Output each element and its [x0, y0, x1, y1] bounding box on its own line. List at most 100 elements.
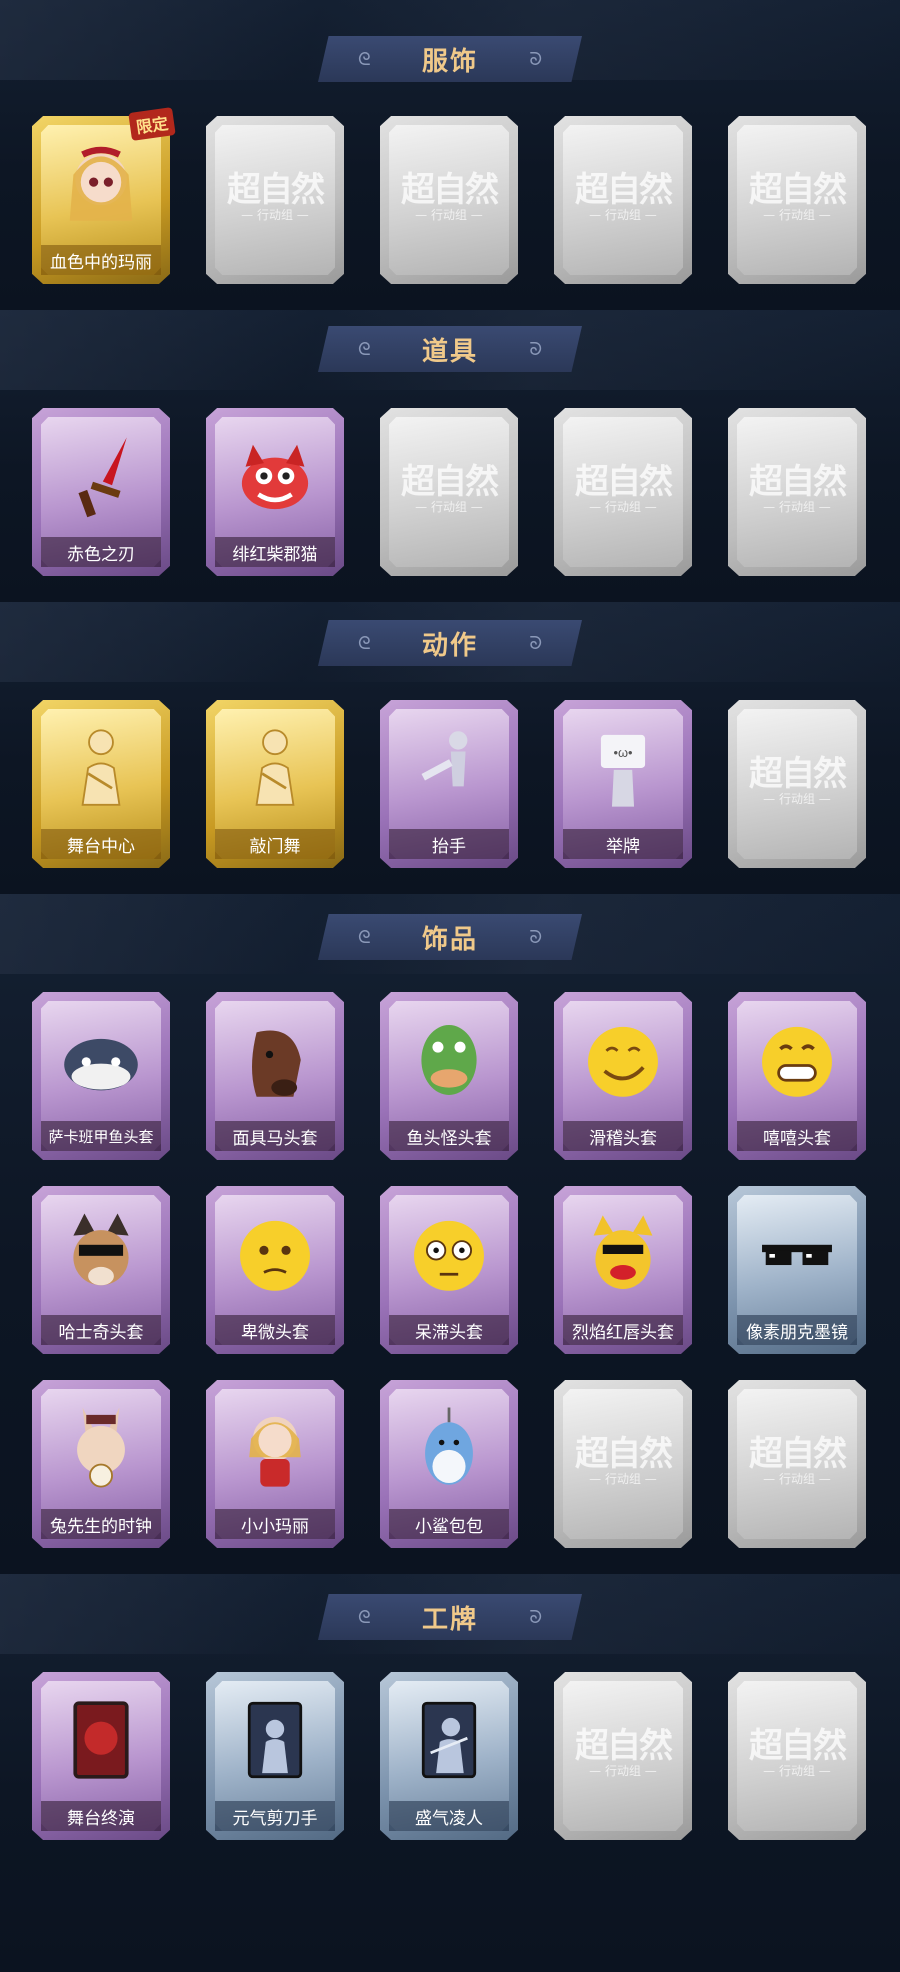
pleading-face-icon — [226, 1208, 324, 1300]
placeholder-logo-title: 超自然 — [401, 170, 499, 210]
item-card[interactable]: 哈士奇头套 — [32, 1186, 170, 1354]
item-card[interactable]: 兔先生的时钟 — [32, 1380, 170, 1548]
item-name-label: 像素朋克墨镜 — [737, 1315, 857, 1345]
item-name-label: 小小玛丽 — [215, 1509, 335, 1539]
item-name-label: 面具马头套 — [215, 1121, 335, 1151]
item-card[interactable]: 面具马头套 — [206, 992, 344, 1160]
rabbit-clock-icon — [52, 1402, 150, 1494]
placeholder-logo-title: 超自然 — [575, 1726, 673, 1766]
empty-slot-card[interactable]: 超自然 — 行动组 — — [554, 1380, 692, 1548]
swirl-icon: ᘐ — [529, 633, 542, 653]
item-card[interactable]: 敲门舞 — [206, 700, 344, 868]
item-card[interactable]: 萨卡班甲鱼头套 — [32, 992, 170, 1160]
placeholder-logo-title: 超自然 — [749, 462, 847, 502]
item-name-label: 抬手 — [389, 829, 509, 859]
item-card[interactable]: 小鲨包包 — [380, 1380, 518, 1548]
item-card[interactable]: 小小玛丽 — [206, 1380, 344, 1548]
pixel-sunglasses-icon — [748, 1208, 846, 1300]
empty-slot-card[interactable]: 超自然 — 行动组 — — [554, 1672, 692, 1840]
placeholder-logo-subtitle: — 行动组 — — [589, 500, 657, 514]
section-title: 服饰 — [421, 46, 478, 77]
empty-slot-card[interactable]: 超自然 — 行动组 — — [728, 116, 866, 284]
item-card[interactable]: 滑稽头套 — [554, 992, 692, 1160]
section-title-banner: ᘓ 动作 ᘐ — [318, 620, 582, 666]
section-title-banner: ᘓ 服饰 ᘐ — [318, 36, 582, 82]
item-name-label: 烈焰红唇头套 — [563, 1315, 683, 1345]
swirl-icon: ᘐ — [529, 927, 542, 947]
placeholder-logo-subtitle: — 行动组 — — [763, 500, 831, 514]
item-card[interactable]: 血色中的玛丽 限定 — [32, 107, 176, 284]
placeholder-logo-subtitle: — 行动组 — — [763, 792, 831, 806]
swirl-icon: ᘓ — [358, 339, 371, 359]
svg-text:•ω•: •ω• — [613, 745, 632, 760]
item-card[interactable]: 嘻嘻头套 — [728, 992, 866, 1160]
hold-sign-icon: •ω• — [574, 722, 672, 814]
doll-girl-icon — [52, 138, 150, 230]
little-mary-icon — [226, 1402, 324, 1494]
empty-slot-card[interactable]: 超自然 — 行动组 — — [554, 116, 692, 284]
placeholder-logo-subtitle: — 行动组 — — [589, 1472, 657, 1486]
placeholder-logo-subtitle: — 行动组 — — [415, 500, 483, 514]
section-title: 工牌 — [421, 1604, 478, 1635]
empty-slot-card[interactable]: 超自然 — 行动组 — — [728, 408, 866, 576]
item-card[interactable]: 卑微头套 — [206, 1186, 344, 1354]
item-card[interactable]: 烈焰红唇头套 — [554, 1186, 692, 1354]
item-card[interactable]: 舞台终演 — [32, 1672, 170, 1840]
placeholder-logo-subtitle: — 行动组 — — [589, 1764, 657, 1778]
placeholder-logo-subtitle: — 行动组 — — [763, 1764, 831, 1778]
item-card[interactable]: 呆滞头套 — [380, 1186, 518, 1354]
empty-slot-card[interactable]: 超自然 — 行动组 — — [206, 116, 344, 284]
swirl-icon: ᘓ — [358, 633, 371, 653]
empty-slot-card[interactable]: 超自然 — 行动组 — — [554, 408, 692, 576]
swirl-icon: ᘐ — [529, 1607, 542, 1627]
section-title: 饰品 — [421, 924, 478, 955]
empty-slot-card[interactable]: 超自然 — 行动组 — — [728, 700, 866, 868]
placeholder-logo-subtitle: — 行动组 — — [241, 208, 309, 222]
placeholder-logo-title: 超自然 — [575, 462, 673, 502]
pose-silhouette-icon — [52, 722, 150, 814]
item-card[interactable]: 像素朋克墨镜 — [728, 1186, 866, 1354]
item-name-label: 哈士奇头套 — [41, 1315, 161, 1345]
section-title: 道具 — [421, 336, 478, 367]
item-card[interactable]: 鱼头怪头套 — [380, 992, 518, 1160]
item-card[interactable]: 赤色之刃 — [32, 408, 170, 576]
empty-slot-card[interactable]: 超自然 — 行动组 — — [380, 408, 518, 576]
placeholder-logo-subtitle: — 行动组 — — [763, 208, 831, 222]
cheshire-cat-icon — [226, 430, 324, 522]
item-name-label: 敲门舞 — [215, 829, 335, 859]
item-card[interactable]: 盛气凌人 — [380, 1672, 518, 1840]
placeholder-logo-title: 超自然 — [749, 754, 847, 794]
item-name-label: 盛气凌人 — [389, 1801, 509, 1831]
dazed-face-icon — [400, 1208, 498, 1300]
section-title-banner: ᘓ 道具 ᘐ — [318, 326, 582, 372]
placeholder-logo-title: 超自然 — [749, 1726, 847, 1766]
item-card[interactable]: 元气剪刀手 — [206, 1672, 344, 1840]
placeholder-logo-subtitle: — 行动组 — — [763, 1472, 831, 1486]
item-card[interactable]: •ω• 举牌 — [554, 700, 692, 868]
item-name-label: 卑微头套 — [215, 1315, 335, 1345]
shark-bag-icon — [400, 1402, 498, 1494]
empty-slot-card[interactable]: 超自然 — 行动组 — — [728, 1672, 866, 1840]
empty-slot-card[interactable]: 超自然 — 行动组 — — [728, 1380, 866, 1548]
swirl-icon: ᘓ — [358, 49, 371, 69]
stage-card-icon — [52, 1694, 150, 1786]
pose-silhouette-icon — [226, 722, 324, 814]
item-name-label: 萨卡班甲鱼头套 — [41, 1121, 161, 1151]
empty-slot-card[interactable]: 超自然 — 行动组 — — [380, 116, 518, 284]
item-card[interactable]: 绯红柴郡猫 — [206, 408, 344, 576]
fish-monster-icon — [400, 1014, 498, 1106]
item-name-label: 鱼头怪头套 — [389, 1121, 509, 1151]
item-card[interactable]: 舞台中心 — [32, 700, 170, 868]
item-name-label: 元气剪刀手 — [215, 1801, 335, 1831]
item-name-label: 滑稽头套 — [563, 1121, 683, 1151]
fish-head-icon — [52, 1014, 150, 1106]
item-card[interactable]: 抬手 — [380, 700, 518, 868]
placeholder-logo-subtitle: — 行动组 — — [415, 208, 483, 222]
item-name-label: 小鲨包包 — [389, 1509, 509, 1539]
grin-face-icon — [748, 1014, 846, 1106]
placeholder-logo-title: 超自然 — [575, 170, 673, 210]
swirl-icon: ᘐ — [529, 339, 542, 359]
section-title-banner: ᘓ 饰品 ᘐ — [318, 914, 582, 960]
placeholder-logo-title: 超自然 — [401, 462, 499, 502]
item-name-label: 嘻嘻头套 — [737, 1121, 857, 1151]
